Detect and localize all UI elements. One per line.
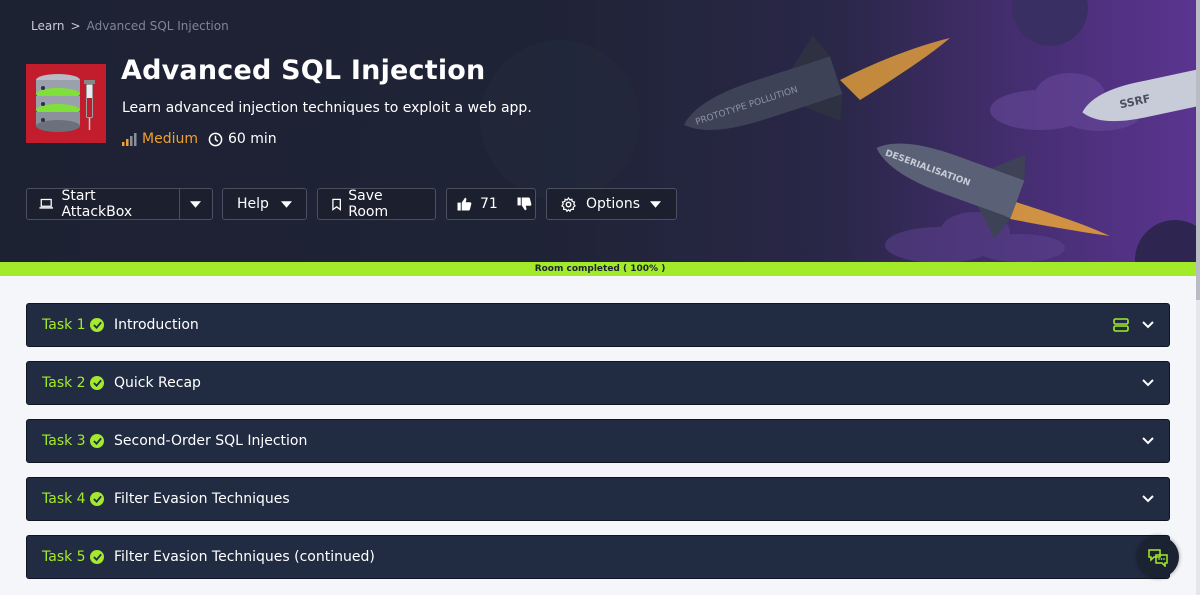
task-number: Task 3: [42, 433, 86, 449]
help-button[interactable]: Help: [222, 188, 307, 220]
task-row[interactable]: Task 3 Second-Order SQL Injection: [26, 419, 1170, 463]
room-progress-label: Room completed ( 100% ): [534, 264, 666, 274]
options-button[interactable]: Options: [546, 188, 677, 220]
task-title: Introduction: [114, 317, 199, 333]
task-title: Quick Recap: [114, 375, 201, 391]
scrollbar-thumb[interactable]: [1196, 0, 1200, 300]
like-button[interactable]: 71: [447, 189, 508, 219]
planet-shape: [480, 40, 640, 200]
check-circle-icon: [90, 492, 104, 506]
task-number: Task 5: [42, 549, 86, 565]
gear-icon: [561, 196, 576, 212]
breadcrumb-separator: >: [70, 19, 81, 33]
task-row[interactable]: Task 1 Introduction: [26, 303, 1170, 347]
planet-shape: [1135, 220, 1200, 262]
task-number: Task 2: [42, 375, 86, 391]
task-title: Second-Order SQL Injection: [114, 433, 308, 449]
chevron-down-icon[interactable]: [1141, 375, 1155, 391]
task-number: Task 1: [42, 317, 86, 333]
task-row[interactable]: Task 4 Filter Evasion Techniques: [26, 477, 1170, 521]
breadcrumb-current: Advanced SQL Injection: [86, 19, 229, 33]
help-label: Help: [237, 196, 269, 212]
task-row[interactable]: Task 2 Quick Recap: [26, 361, 1170, 405]
chevron-down-icon[interactable]: [1141, 317, 1155, 333]
chat-bubbles-icon: [1148, 549, 1168, 567]
attackbox-dropdown-toggle[interactable]: [180, 189, 211, 219]
start-attackbox-label: Start AttackBox: [61, 188, 133, 220]
caret-down-icon: [280, 200, 292, 208]
room-header-banner: PROTOTYPE POLLUTION SSRF DESERIALISATION…: [0, 0, 1200, 262]
task-title: Filter Evasion Techniques: [114, 491, 290, 507]
task-title: Filter Evasion Techniques (continued): [114, 549, 375, 565]
breadcrumb: Learn > Advanced SQL Injection: [31, 19, 229, 33]
task-number: Task 4: [42, 491, 86, 507]
attackbox-button-group: Start AttackBox: [26, 188, 213, 220]
thumbs-down-icon: [517, 197, 532, 211]
like-count: 71: [480, 196, 498, 212]
breadcrumb-learn-link[interactable]: Learn: [31, 19, 65, 33]
room-meta: Medium 60 min: [122, 131, 277, 147]
check-circle-icon: [90, 434, 104, 448]
options-label: Options: [586, 196, 641, 212]
chat-support-button[interactable]: [1137, 536, 1179, 578]
save-room-button[interactable]: Save Room: [317, 188, 436, 220]
laptop-icon: [39, 198, 54, 209]
rocket-prototype-pollution: PROTOTYPE POLLUTION: [683, 35, 843, 130]
clock-icon: [208, 132, 223, 146]
caret-down-icon: [190, 200, 201, 208]
database-syringe-icon: [36, 74, 95, 132]
difficulty-label: Medium: [142, 131, 198, 147]
check-circle-icon: [90, 376, 104, 390]
room-icon: [26, 64, 106, 143]
dislike-button[interactable]: [508, 189, 541, 219]
room-title: Advanced SQL Injection: [121, 55, 486, 86]
difficulty-bars-icon: [122, 133, 137, 146]
chevron-down-icon[interactable]: [1141, 433, 1155, 449]
task-row[interactable]: Task 5 Filter Evasion Techniques (contin…: [26, 535, 1170, 579]
thumbs-up-icon: [457, 197, 472, 211]
planet-shape: [1012, 0, 1088, 46]
room-description: Learn advanced injection techniques to e…: [122, 100, 532, 116]
room-progress-bar: Room completed ( 100% ): [0, 262, 1200, 276]
duration-label: 60 min: [227, 131, 277, 147]
bookmark-icon: [332, 198, 341, 211]
check-circle-icon: [90, 550, 104, 564]
vote-button-group: 71: [446, 188, 536, 220]
chevron-down-icon[interactable]: [1141, 491, 1155, 507]
task-list: Task 1 Introduction Task 2 Quick Recap T…: [26, 303, 1170, 593]
machine-server-icon[interactable]: [1113, 318, 1129, 332]
caret-down-icon: [650, 200, 662, 208]
check-circle-icon: [90, 318, 104, 332]
page-scrollbar[interactable]: [1196, 0, 1200, 595]
save-room-label: Save Room: [348, 188, 389, 220]
start-attackbox-button[interactable]: Start AttackBox: [27, 188, 179, 220]
